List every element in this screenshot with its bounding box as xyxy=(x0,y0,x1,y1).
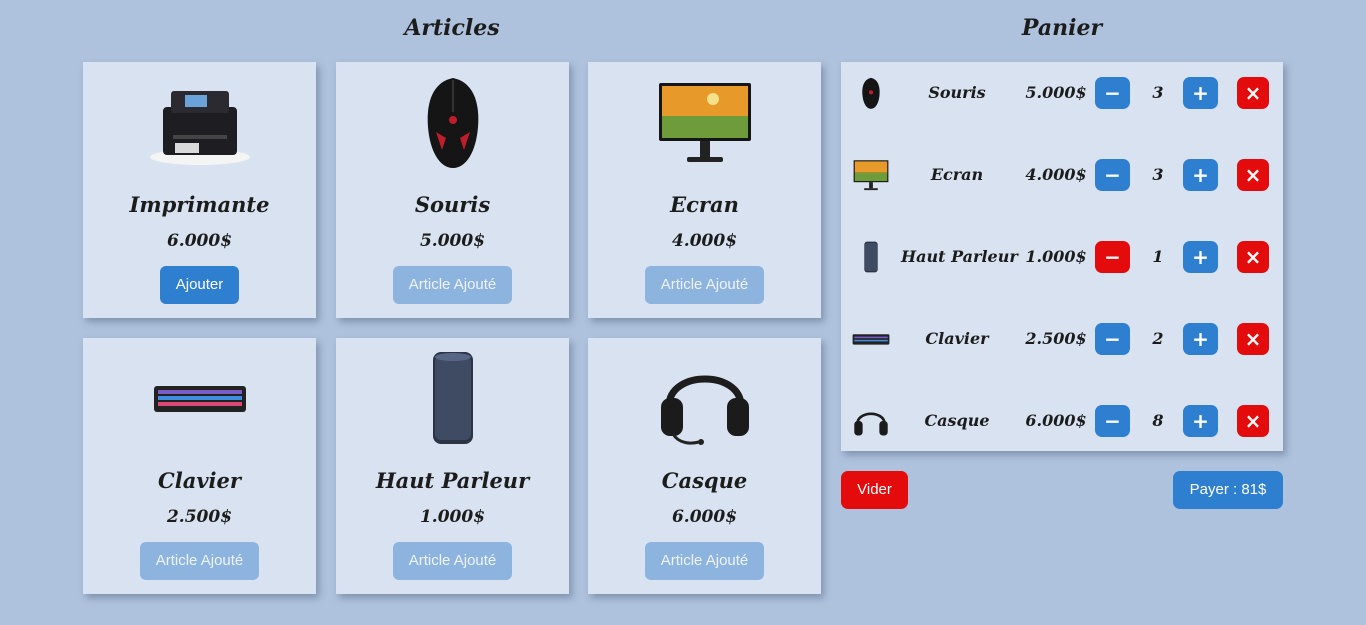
cart-item-quantity: 3 xyxy=(1152,165,1164,184)
articles-title: Articles xyxy=(404,15,500,41)
cart-item-quantity: 8 xyxy=(1152,411,1164,430)
headset-thumbnail xyxy=(849,400,893,442)
mouse-image xyxy=(336,62,569,182)
product-card-imprimante: Imprimante 6.000$ Ajouter xyxy=(83,62,316,318)
cart-item-quantity: 3 xyxy=(1152,83,1164,102)
speaker-thumbnail xyxy=(849,236,893,278)
increase-quantity-button[interactable]: + xyxy=(1183,323,1218,355)
cart-item-name: Casque xyxy=(924,411,990,430)
article-added-button[interactable]: Article Ajouté xyxy=(392,266,513,304)
product-price: 2.500$ xyxy=(166,507,233,527)
headset-image xyxy=(588,338,821,458)
keyboard-image xyxy=(83,338,316,458)
product-name: Clavier xyxy=(158,468,241,493)
product-card-souris: Souris 5.000$ Article Ajouté xyxy=(336,62,569,318)
keyboard-thumbnail xyxy=(849,318,893,360)
cart-item-price: 1.000$ xyxy=(1025,247,1087,266)
cart-title: Panier xyxy=(1021,15,1103,41)
cart-row-clavier: Clavier 2.500$ − 2 + × xyxy=(841,308,1283,368)
article-added-button[interactable]: Article Ajouté xyxy=(644,266,765,304)
increase-quantity-button[interactable]: + xyxy=(1183,405,1218,437)
increase-quantity-button[interactable]: + xyxy=(1183,241,1218,273)
article-added-button[interactable]: Article Ajouté xyxy=(644,542,765,580)
mouse-thumbnail xyxy=(849,72,893,114)
add-to-cart-button[interactable]: Ajouter xyxy=(159,266,240,304)
product-price: 4.000$ xyxy=(671,231,738,251)
product-price: 1.000$ xyxy=(419,507,486,527)
cart-item-quantity: 1 xyxy=(1152,247,1164,266)
product-card-ecran: Ecran 4.000$ Article Ajouté xyxy=(588,62,821,318)
remove-item-button[interactable]: × xyxy=(1237,405,1269,437)
decrease-quantity-button[interactable]: − xyxy=(1095,159,1130,191)
cart-row-haut-parleur: Haut Parleur 1.000$ − 1 + × xyxy=(841,226,1283,286)
product-price: 6.000$ xyxy=(671,507,738,527)
product-card-clavier: Clavier 2.500$ Article Ajouté xyxy=(83,338,316,594)
speaker-image xyxy=(336,338,569,458)
increase-quantity-button[interactable]: + xyxy=(1183,77,1218,109)
cart-item-price: 4.000$ xyxy=(1025,165,1087,184)
clear-cart-button[interactable]: Vider xyxy=(841,471,908,509)
cart-item-name: Clavier xyxy=(925,329,989,348)
cart-item-name: Haut Parleur xyxy=(901,247,1018,266)
product-price: 6.000$ xyxy=(166,231,233,251)
product-card-haut-parleur: Haut Parleur 1.000$ Article Ajouté xyxy=(336,338,569,594)
product-name: Souris xyxy=(414,192,491,217)
monitor-image xyxy=(588,62,821,182)
decrease-quantity-button[interactable]: − xyxy=(1095,323,1130,355)
remove-item-button[interactable]: × xyxy=(1237,77,1269,109)
remove-item-button[interactable]: × xyxy=(1237,159,1269,191)
remove-item-button[interactable]: × xyxy=(1237,241,1269,273)
product-name: Imprimante xyxy=(129,192,270,217)
product-name: Ecran xyxy=(670,192,739,217)
cart-panel: Souris 5.000$ − 3 + × Ecran 4.000$ − 3 +… xyxy=(841,62,1283,451)
pay-button[interactable]: Payer : 81$ xyxy=(1173,471,1283,509)
article-added-button[interactable]: Article Ajouté xyxy=(139,542,260,580)
cart-row-casque: Casque 6.000$ − 8 + × xyxy=(841,390,1283,450)
cart-item-name: Ecran xyxy=(930,165,984,184)
decrease-quantity-button[interactable]: − xyxy=(1095,405,1130,437)
monitor-thumbnail xyxy=(849,154,893,196)
product-name: Haut Parleur xyxy=(375,468,530,493)
product-price: 5.000$ xyxy=(419,231,486,251)
remove-item-button[interactable]: × xyxy=(1237,323,1269,355)
increase-quantity-button[interactable]: + xyxy=(1183,159,1218,191)
cart-item-price: 6.000$ xyxy=(1025,411,1087,430)
cart-item-name: Souris xyxy=(928,83,986,102)
cart-row-souris: Souris 5.000$ − 3 + × xyxy=(841,62,1283,122)
article-added-button[interactable]: Article Ajouté xyxy=(392,542,513,580)
cart-row-ecran: Ecran 4.000$ − 3 + × xyxy=(841,144,1283,204)
cart-item-quantity: 2 xyxy=(1152,329,1164,348)
product-name: Casque xyxy=(661,468,748,493)
printer-image xyxy=(83,62,316,182)
cart-item-price: 5.000$ xyxy=(1025,83,1087,102)
cart-item-price: 2.500$ xyxy=(1025,329,1087,348)
product-card-casque: Casque 6.000$ Article Ajouté xyxy=(588,338,821,594)
decrease-quantity-button[interactable]: − xyxy=(1095,77,1130,109)
decrease-quantity-button[interactable]: − xyxy=(1095,241,1130,273)
